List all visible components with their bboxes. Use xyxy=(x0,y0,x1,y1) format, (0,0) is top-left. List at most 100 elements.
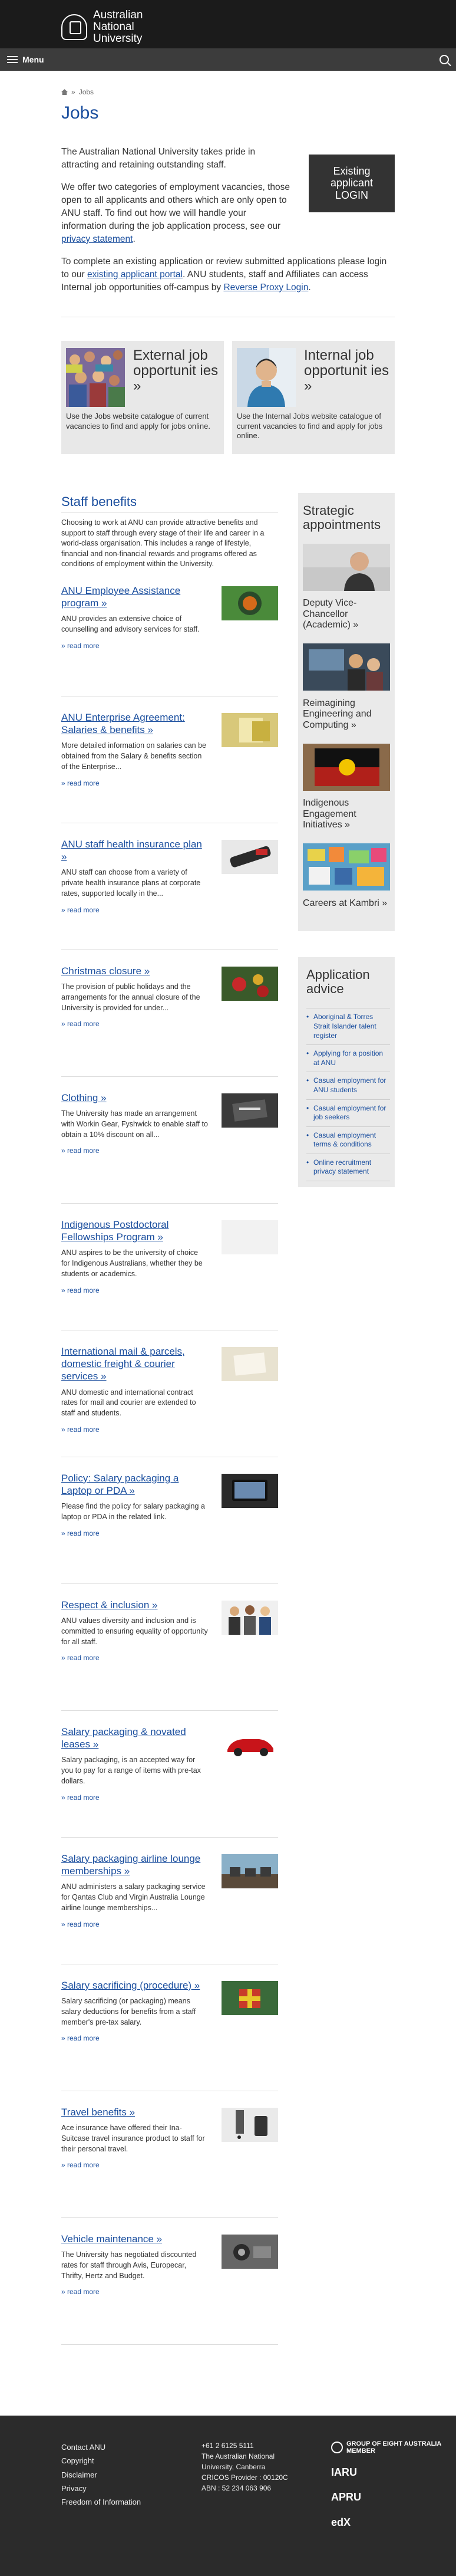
benefit-thumbnail-image xyxy=(222,1854,278,1888)
advice-item[interactable]: Casual employment for ANU students xyxy=(306,1072,390,1100)
partner-logos: GROUP OF EIGHT AUSTRALIA MEMBER IARU APRU… xyxy=(331,2440,441,2576)
benefit-thumbnail-image xyxy=(222,839,278,874)
read-more-link[interactable]: » read more xyxy=(61,1286,278,1295)
benefit-item: ANU Enterprise Agreement: Salaries & ben… xyxy=(61,696,278,823)
existing-applicant-login-button[interactable]: Existing applicant LOGIN xyxy=(309,154,395,212)
benefit-description: ANU provides an extensive choice of coun… xyxy=(61,615,200,634)
read-more-link[interactable]: » read more xyxy=(61,1793,278,1802)
benefit-thumbnail-image xyxy=(222,712,278,747)
anu-crest-icon xyxy=(61,14,87,40)
benefit-description: Salary sacrificing (or packaging) means … xyxy=(61,1997,196,2026)
application-advice-panel: Application advice Aboriginal & Torres S… xyxy=(298,957,395,1188)
search-icon[interactable] xyxy=(440,55,449,64)
crowd-image xyxy=(66,347,125,407)
benefit-title-link[interactable]: Christmas closure » xyxy=(61,965,150,977)
benefit-item: Travel benefits » Ace insurance have offe… xyxy=(61,2091,278,2218)
reverse-proxy-login-link[interactable]: Reverse Proxy Login xyxy=(223,282,308,293)
appointment-item[interactable]: Careers at Kambri » xyxy=(303,843,390,909)
benefit-title-link[interactable]: Indigenous Postdoctoral Fellowships Prog… xyxy=(61,1219,168,1243)
footer-link-foi[interactable]: Freedom of Information xyxy=(61,2498,141,2506)
benefit-title-link[interactable]: International mail & parcels, domestic f… xyxy=(61,1346,185,1382)
iaru-logo[interactable]: IARU xyxy=(331,2465,441,2479)
benefit-title-link[interactable]: ANU staff health insurance plan » xyxy=(61,839,202,862)
go8-mark-icon xyxy=(331,2441,343,2453)
benefit-item: Clothing » The University has made an arr… xyxy=(61,1077,278,1204)
advice-item[interactable]: Online recruitment privacy statement xyxy=(306,1154,390,1182)
home-icon[interactable] xyxy=(61,89,68,96)
footer-contact-info: +61 2 6125 5111 The Australian National … xyxy=(201,2441,288,2492)
benefit-description: The University has made an arrangement w… xyxy=(61,1109,208,1139)
read-more-link[interactable]: » read more xyxy=(61,1425,278,1434)
page-title: Jobs xyxy=(61,103,99,123)
site-footer: Contact ANU Copyright Disclaimer Privacy… xyxy=(0,2415,456,2576)
advice-item[interactable]: Casual employment for job seekers xyxy=(306,1100,390,1127)
benefit-thumbnail-image xyxy=(222,1600,278,1635)
benefit-title-link[interactable]: ANU Employee Assistance program » xyxy=(61,585,180,609)
benefit-description: ANU domestic and international contract … xyxy=(61,1388,196,1418)
benefit-title-link[interactable]: Travel benefits » xyxy=(61,2107,135,2118)
read-more-link[interactable]: » read more xyxy=(61,2160,278,2170)
advice-item[interactable]: Casual employment terms & conditions xyxy=(306,1127,390,1154)
benefit-item: Policy: Salary packaging a Laptop or PDA… xyxy=(61,1457,278,1584)
read-more-link[interactable]: » read more xyxy=(61,1653,278,1662)
tile-title[interactable]: External job opportunit ies » xyxy=(133,347,219,407)
intro-paragraph-2: We offer two categories of employment va… xyxy=(61,182,290,244)
benefit-item: Salary packaging airline lounge membersh… xyxy=(61,1838,278,1964)
read-more-link[interactable]: » read more xyxy=(61,2033,278,2043)
benefit-title-link[interactable]: Clothing » xyxy=(61,1092,107,1103)
privacy-statement-link[interactable]: privacy statement xyxy=(61,234,133,244)
tile-internal-jobs[interactable]: Internal job opportunit ies » Use the In… xyxy=(232,340,395,454)
benefit-title-link[interactable]: Respect & inclusion » xyxy=(61,1599,157,1611)
benefit-description: More detailed information on salaries ca… xyxy=(61,741,206,771)
read-more-link[interactable]: » read more xyxy=(61,641,278,650)
benefit-description: ANU values diversity and inclusion and i… xyxy=(61,1616,208,1646)
benefit-title-link[interactable]: Vehicle maintenance » xyxy=(61,2233,162,2245)
benefit-item: Salary packaging & novated leases » Salar… xyxy=(61,1711,278,1838)
apru-logo[interactable]: APRU xyxy=(331,2490,441,2504)
footer-link-disclaimer[interactable]: Disclaimer xyxy=(61,2470,97,2479)
deputy-vc-photo xyxy=(303,544,390,592)
benefit-description: ANU aspires to be the university of choi… xyxy=(61,1248,203,1278)
read-more-link[interactable]: » read more xyxy=(61,1920,278,1929)
benefit-title-link[interactable]: Policy: Salary packaging a Laptop or PDA… xyxy=(61,1473,179,1496)
appointment-item[interactable]: Reimagining Engineering and Computing » xyxy=(303,643,390,730)
advice-item[interactable]: Aboriginal & Torres Strait Islander tale… xyxy=(306,1008,390,1046)
benefit-item: Salary sacrificing (procedure) » Salary s… xyxy=(61,1964,278,2091)
benefit-title-link[interactable]: ANU Enterprise Agreement: Salaries & ben… xyxy=(61,712,185,735)
staff-portrait-image xyxy=(237,347,296,407)
benefit-thumbnail-image xyxy=(222,2234,278,2269)
benefit-title-link[interactable]: Salary packaging & novated leases » xyxy=(61,1726,186,1750)
benefit-description: Please find the policy for salary packag… xyxy=(61,1502,205,1522)
benefit-item: Indigenous Postdoctoral Fellowships Prog… xyxy=(61,1204,278,1330)
footer-link-contact[interactable]: Contact ANU xyxy=(61,2443,105,2452)
kambri-photo xyxy=(303,843,390,891)
appointment-item[interactable]: Deputy Vice-Chancellor (Academic) » xyxy=(303,544,390,630)
footer-link-copyright[interactable]: Copyright xyxy=(61,2456,94,2465)
edx-logo[interactable]: edX xyxy=(331,2515,441,2529)
read-more-link[interactable]: » read more xyxy=(61,905,278,915)
appointment-item[interactable]: Indigenous Engagement Initiatives » xyxy=(303,743,390,830)
breadcrumb-current: Jobs xyxy=(78,88,94,96)
tile-title[interactable]: Internal job opportunit ies » xyxy=(304,347,390,407)
hamburger-icon xyxy=(7,55,18,63)
tile-external-jobs[interactable]: External job opportunit ies » Use the Jo… xyxy=(61,340,224,454)
existing-applicant-portal-link[interactable]: existing applicant portal xyxy=(87,270,183,280)
read-more-link[interactable]: » read more xyxy=(61,2287,278,2296)
benefit-description: The provision of public holidays and the… xyxy=(61,983,200,1012)
footer-link-privacy[interactable]: Privacy xyxy=(61,2484,87,2493)
read-more-link[interactable]: » read more xyxy=(61,1529,278,1538)
benefit-description: ANU administers a salary packaging servi… xyxy=(61,1882,206,1912)
read-more-link[interactable]: » read more xyxy=(61,1019,278,1029)
anu-logo[interactable]: Australian National University xyxy=(61,9,456,45)
menu-button[interactable]: Menu xyxy=(7,54,44,65)
strategic-appointments-panel: Strategic appointments Deputy Vice-Chanc… xyxy=(298,492,395,931)
go8-logo[interactable]: GROUP OF EIGHT AUSTRALIA MEMBER xyxy=(331,2440,441,2455)
advice-item[interactable]: Applying for a position at ANU xyxy=(306,1045,390,1073)
benefit-title-link[interactable]: Salary sacrificing (procedure) » xyxy=(61,1980,200,1991)
read-more-link[interactable]: » read more xyxy=(61,778,278,788)
application-advice-heading: Application advice xyxy=(306,967,370,997)
benefit-thumbnail-image xyxy=(222,1980,278,2015)
benefit-title-link[interactable]: Salary packaging airline lounge membersh… xyxy=(61,1853,200,1877)
benefit-thumbnail-image xyxy=(222,1093,278,1128)
read-more-link[interactable]: » read more xyxy=(61,1146,278,1155)
